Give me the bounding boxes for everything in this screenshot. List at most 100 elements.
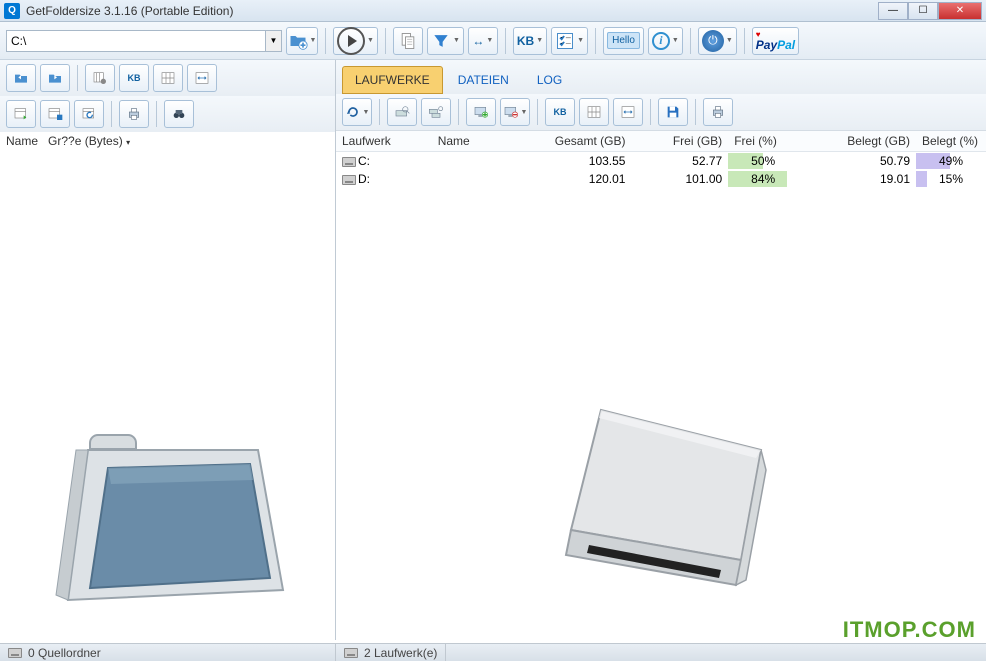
table-row[interactable]: D:120.01101.0084%19.0115%: [336, 170, 986, 188]
table-refresh-icon: [81, 106, 97, 122]
printer-icon: [126, 106, 142, 122]
options-button[interactable]: ▼: [551, 27, 588, 55]
separator: [325, 28, 326, 54]
left-toolbar-2: [0, 96, 335, 132]
drive-illustration-icon: [511, 380, 811, 620]
col-belegt-pct[interactable]: Belegt (%): [916, 131, 986, 152]
window-title: GetFoldersize 3.1.16 (Portable Edition): [26, 4, 878, 18]
refresh-drives-button[interactable]: ▼: [342, 98, 372, 126]
filter-button[interactable]: ▼: [427, 27, 464, 55]
close-button[interactable]: ✕: [938, 2, 982, 20]
folder-forward-icon: [47, 70, 63, 86]
scan-all-drives-button[interactable]: [421, 98, 451, 126]
watermark: ITMOP.COM: [843, 617, 976, 643]
path-combo[interactable]: ▼: [6, 30, 282, 52]
tab-files[interactable]: DATEIEN: [445, 66, 522, 94]
app-icon: Q: [4, 3, 20, 19]
right-toolbar: ▼ ▼ KB: [336, 94, 986, 131]
right-grid-button[interactable]: [579, 98, 609, 126]
drives-table: Laufwerk Name Gesamt (GB) Frei (GB) Frei…: [336, 131, 986, 188]
left-view1-button[interactable]: [153, 64, 183, 92]
tab-log[interactable]: LOG: [524, 66, 575, 94]
chevron-down-icon: ▼: [536, 37, 543, 44]
add-network-button[interactable]: [466, 98, 496, 126]
chevron-down-icon: ▼: [363, 109, 370, 116]
left-view2-button[interactable]: [187, 64, 217, 92]
right-resize-button[interactable]: [613, 98, 643, 126]
col-frei-pct[interactable]: Frei (%): [728, 131, 798, 152]
separator: [77, 65, 78, 91]
left-header-name[interactable]: Name: [6, 134, 38, 148]
language-button[interactable]: Hello: [603, 27, 644, 55]
donate-button[interactable]: ♥PayPal: [752, 27, 799, 55]
main-area: KB Name Gr??e (Bytes) ▾: [0, 60, 986, 640]
separator: [379, 99, 380, 125]
folder-plus-icon: [288, 31, 308, 51]
exit-button[interactable]: ⏻ ▼: [698, 27, 737, 55]
info-button[interactable]: i ▼: [648, 27, 683, 55]
refresh-icon: [345, 104, 361, 120]
separator: [156, 101, 157, 127]
table-row[interactable]: C:103.5552.7750%50.7949%: [336, 152, 986, 171]
statusbar: 0 Quellordner 2 Laufwerk(e): [0, 643, 986, 661]
cell-laufwerk: D:: [336, 170, 432, 188]
separator: [537, 99, 538, 125]
chevron-down-icon: ▼: [672, 37, 679, 44]
col-laufwerk[interactable]: Laufwerk: [336, 131, 432, 152]
cell-belegt-gb: 19.01: [798, 170, 916, 188]
grid-icon: [586, 104, 602, 120]
chevron-down-icon: ▼: [367, 37, 374, 44]
col-name[interactable]: Name: [432, 131, 501, 152]
drive-scan-icon: [394, 104, 410, 120]
left-unit-button[interactable]: KB: [119, 64, 149, 92]
cell-frei-gb: 101.00: [631, 170, 728, 188]
expand-icon: ↔: [472, 34, 484, 48]
path-dropdown-icon[interactable]: ▼: [266, 30, 282, 52]
copy-button[interactable]: [393, 27, 423, 55]
floppy-icon: [665, 104, 681, 120]
cell-laufwerk: C:: [336, 152, 432, 171]
power-icon: ⏻: [702, 30, 724, 52]
kb-label: KB: [517, 34, 534, 48]
col-gesamt[interactable]: Gesamt (GB): [501, 131, 631, 152]
search-button[interactable]: [164, 100, 194, 128]
scan-drive-button[interactable]: [387, 98, 417, 126]
minimize-button[interactable]: —: [878, 2, 908, 20]
left-panel: KB Name Gr??e (Bytes) ▾: [0, 60, 336, 640]
left-empty-area: [0, 150, 335, 640]
table-header-row: Laufwerk Name Gesamt (GB) Frei (GB) Frei…: [336, 131, 986, 152]
nav-back-button[interactable]: [6, 64, 36, 92]
browse-folder-button[interactable]: ▼: [286, 27, 318, 55]
nav-forward-button[interactable]: [40, 64, 70, 92]
cell-gesamt: 120.01: [501, 170, 631, 188]
hello-icon: Hello: [607, 32, 640, 49]
right-unit-button[interactable]: KB: [545, 98, 575, 126]
size-unit-button[interactable]: KB ▼: [513, 27, 547, 55]
scan-button[interactable]: ▼: [333, 27, 378, 55]
expand-collapse-button[interactable]: ↔ ▼: [468, 27, 498, 55]
drive-icon: [8, 648, 22, 658]
remove-network-button[interactable]: ▼: [500, 98, 530, 126]
save-button[interactable]: [658, 98, 688, 126]
table-export-icon: [13, 106, 29, 122]
tab-drives[interactable]: LAUFWERKE: [342, 66, 443, 94]
separator: [111, 101, 112, 127]
print-button[interactable]: [119, 100, 149, 128]
cell-belegt-pct: 15%: [916, 170, 986, 188]
checklist-icon: [555, 31, 575, 51]
col-frei-gb[interactable]: Frei (GB): [631, 131, 728, 152]
monitor-minus-icon: [503, 104, 519, 120]
cell-belegt-pct: 49%: [916, 152, 986, 171]
chevron-down-icon: ▼: [577, 37, 584, 44]
refresh-list-button[interactable]: [74, 100, 104, 128]
print-drives-button[interactable]: [703, 98, 733, 126]
export-button[interactable]: [6, 100, 36, 128]
path-input[interactable]: [6, 30, 266, 52]
left-header-size[interactable]: Gr??e (Bytes) ▾: [48, 134, 130, 148]
maximize-button[interactable]: ☐: [908, 2, 938, 20]
col-belegt-gb[interactable]: Belegt (GB): [798, 131, 916, 152]
sort-indicator-icon: ▾: [126, 138, 130, 147]
columns-config-button[interactable]: [85, 64, 115, 92]
save-list-button[interactable]: [40, 100, 70, 128]
play-icon: [337, 27, 365, 55]
